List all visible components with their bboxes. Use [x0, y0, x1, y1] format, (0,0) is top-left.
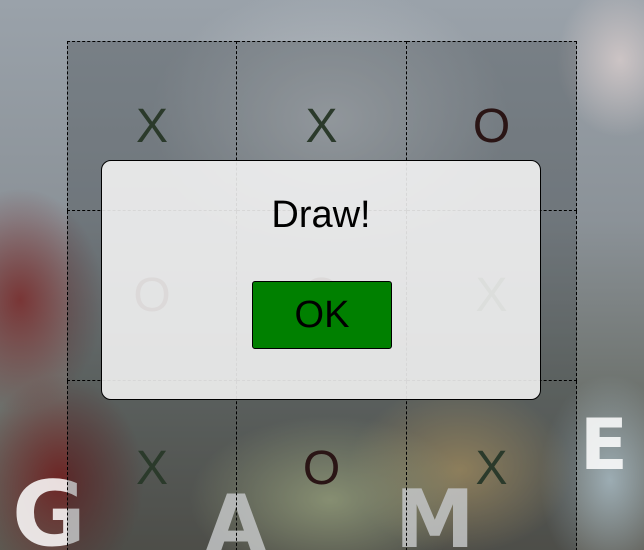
board-cell[interactable]: X	[407, 381, 577, 550]
game-stage: G A M E X X O O O X X O X Draw! OK	[0, 0, 644, 550]
ok-button[interactable]: OK	[252, 281, 392, 349]
result-message: Draw!	[271, 194, 371, 236]
board-cell[interactable]: X	[67, 381, 237, 550]
result-dialog: Draw! OK	[101, 160, 541, 400]
board-cell[interactable]: O	[237, 381, 407, 550]
background-letter-e: E	[580, 404, 628, 486]
